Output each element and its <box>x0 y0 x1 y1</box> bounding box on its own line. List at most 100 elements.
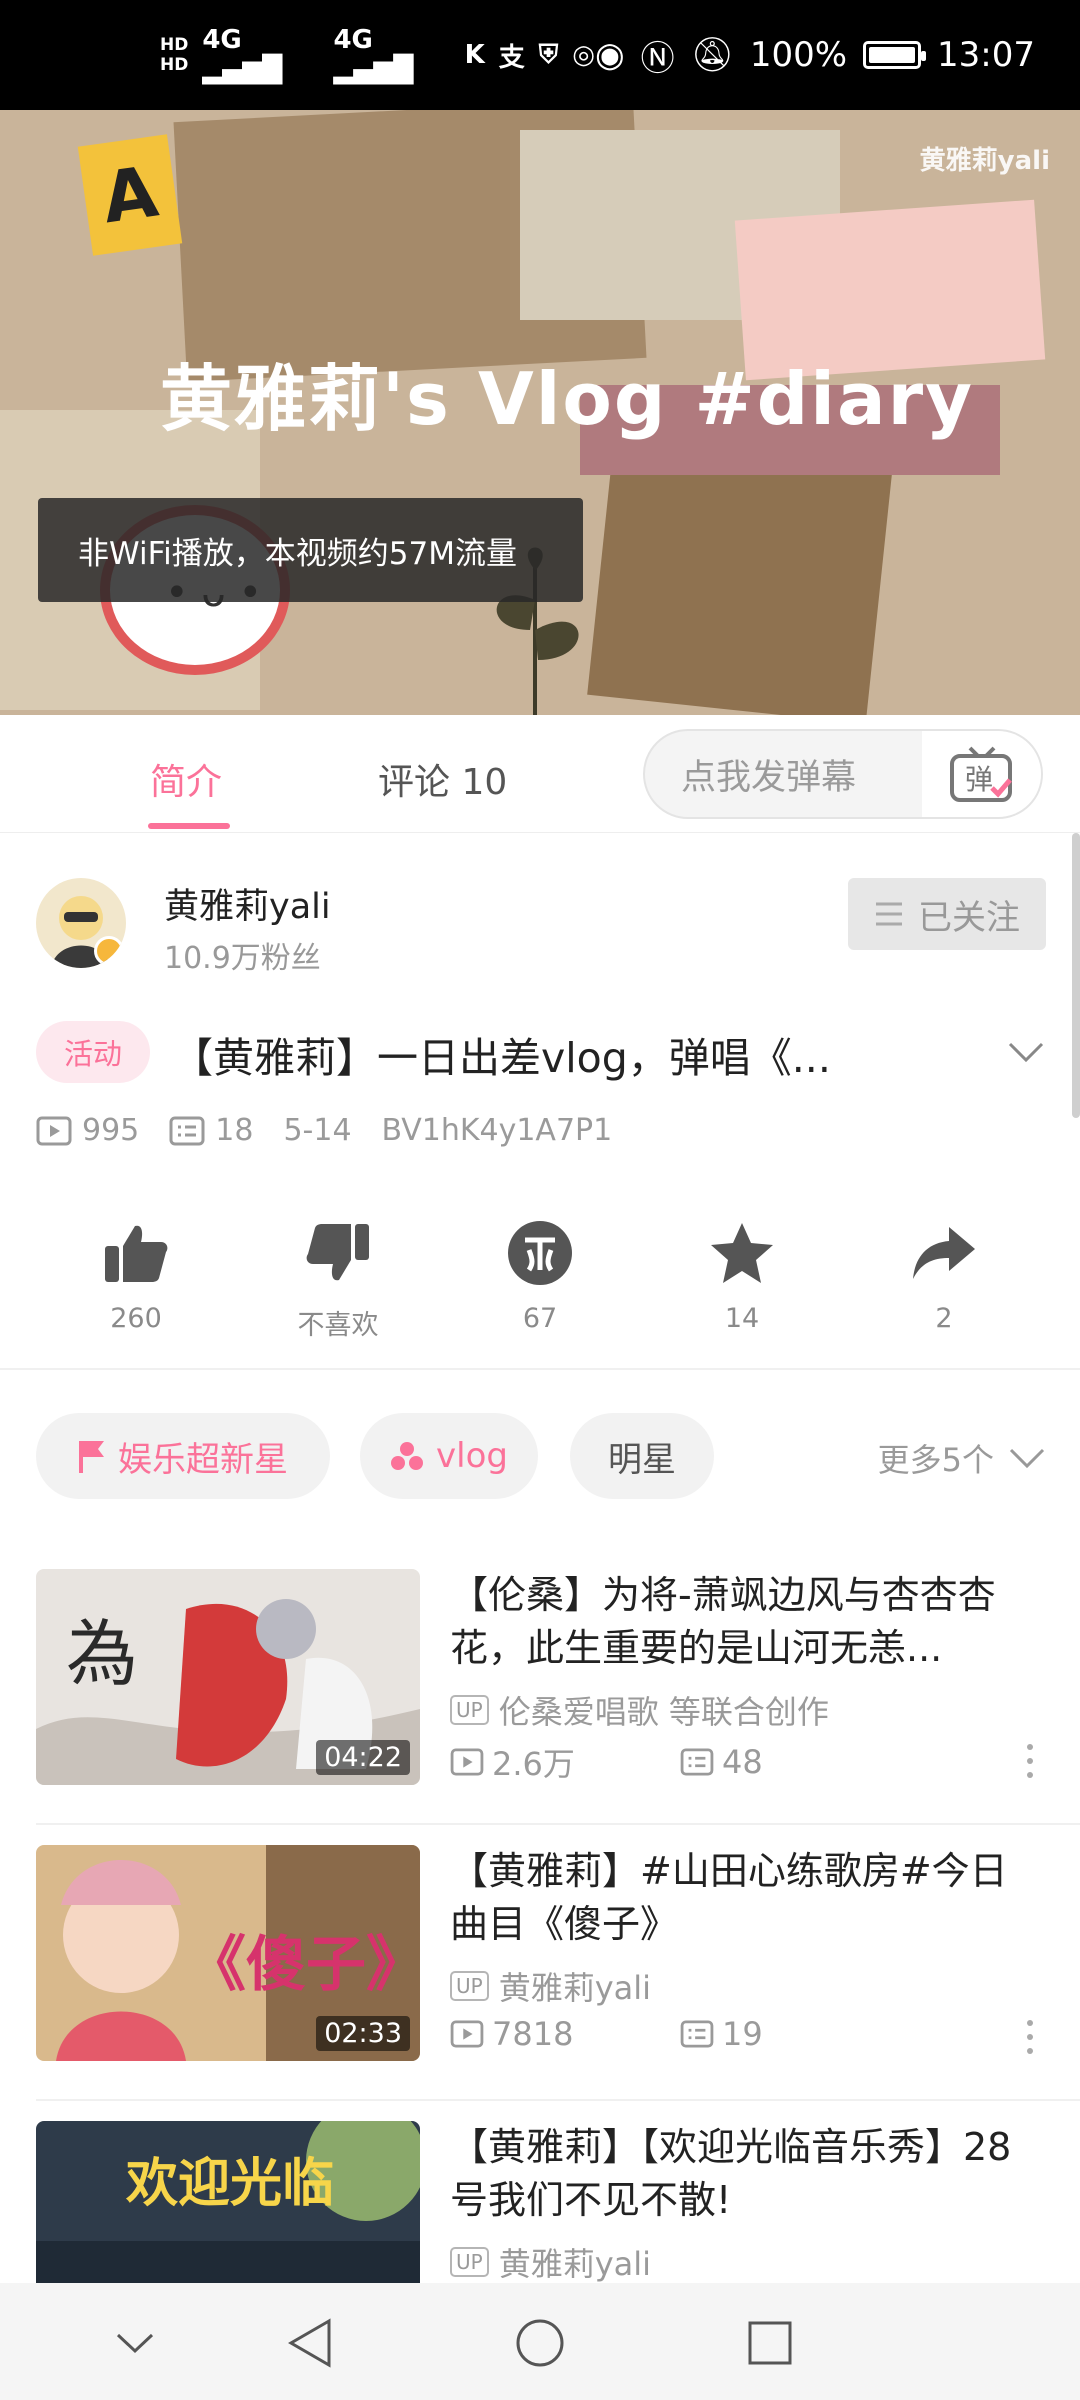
recommended-uploader: UP 黄雅莉yali <box>450 2239 651 2283</box>
channel-dots-icon <box>391 1442 424 1470</box>
up-badge-icon: UP <box>450 2247 489 2277</box>
danmaku-tv-icon: 弹 <box>949 746 1012 802</box>
up-badge-icon: UP <box>450 1971 489 2001</box>
like-button[interactable]: 260 <box>66 1213 206 1334</box>
danmaku-count-icon <box>169 1116 205 1145</box>
uploader-row: 黄雅莉yali 10.9万粉丝 已关注 <box>36 878 1046 978</box>
more-options-icon[interactable] <box>1020 1741 1040 1781</box>
danmaku-toggle-button[interactable]: 弹 <box>922 731 1041 817</box>
detail-tabs: 简介 评论 10 点我发弹幕 弹 <box>0 715 1080 833</box>
menu-lines-icon <box>876 902 902 926</box>
recents-square-icon <box>748 2321 792 2365</box>
list-divider <box>36 2099 1080 2101</box>
thumbs-down-icon <box>306 1224 369 1281</box>
danmaku-placeholder: 点我发弹幕 <box>681 757 857 798</box>
share-button[interactable]: 2 <box>874 1213 1014 1334</box>
more-options-icon[interactable] <box>1020 2017 1040 2057</box>
coin-button[interactable]: 67 <box>470 1213 610 1334</box>
battery-percent: 100% <box>749 35 848 75</box>
favorite-button[interactable]: 14 <box>672 1213 812 1334</box>
up-badge-icon: UP <box>450 1695 489 1725</box>
tag-row: 娱乐超新星 vlog 明星 更多5个 <box>36 1413 1046 1503</box>
hide-nav-button[interactable] <box>105 2313 165 2373</box>
home-circle-icon <box>516 2319 564 2367</box>
star-icon <box>711 1223 773 1283</box>
video-thumbnail[interactable]: 《傻子》 02:33 <box>36 1845 420 2061</box>
play-count: 995 <box>36 1113 139 1148</box>
followed-label: 已关注 <box>918 897 1020 938</box>
tag-chip-entertainment[interactable]: 娱乐超新星 <box>36 1413 330 1499</box>
alipay-icon: 支 <box>498 42 525 73</box>
shield-icon: ⛨ <box>538 39 559 70</box>
danmaku-input[interactable]: 点我发弹幕 弹 <box>643 729 1043 819</box>
play-count-icon <box>36 1116 72 1145</box>
video-stats: 995 18 5-14 BV1hK4y1A7P1 <box>36 1113 642 1148</box>
video-thumbnail[interactable]: 欢迎光临 <box>36 2121 420 2283</box>
recommended-stats: 7818 19 <box>450 2015 910 2053</box>
video-title[interactable]: 【黄雅莉】一日出差vlog，弹唱《... <box>172 1024 831 1084</box>
hotspot-icon: ◎ <box>572 40 595 70</box>
hd-icon: HD HD <box>160 35 189 75</box>
recents-button[interactable] <box>740 2313 800 2373</box>
bvid: BV1hK4y1A7P1 <box>381 1113 613 1148</box>
status-left: HD HD 4G ▂▄▆█ 4G ▂▄▆█ K 支 ⛨ ◎ <box>160 25 595 85</box>
coin-icon <box>508 1221 572 1285</box>
section-divider <box>0 1368 1080 1370</box>
recommended-title[interactable]: 【伦桑】为将-萧飒边风与杏杏杏花，此生重要的是山河无恙... <box>450 1569 1040 1675</box>
like-count: 260 <box>110 1303 162 1334</box>
play-count-icon <box>450 2020 484 2048</box>
eye-icon: ◉ <box>594 35 625 75</box>
back-triangle-icon <box>288 2318 331 2368</box>
share-count: 2 <box>935 1303 953 1334</box>
recommended-video-card[interactable]: 《傻子》 02:33 【黄雅莉】#山田心练歌房#今日曲目《傻子》 UP 黄雅莉y… <box>36 1845 1046 2065</box>
thumbnail-illustration: 欢迎光临 <box>36 2121 420 2283</box>
tag-chip-vlog[interactable]: vlog <box>360 1413 538 1499</box>
video-player[interactable]: A 黄雅莉yali 黄雅莉's Vlog #diary • ᴗ • 非WiFi播… <box>0 110 1080 715</box>
avatar[interactable] <box>36 878 126 968</box>
video-overlay-title: 黄雅莉's Vlog #diary <box>160 357 975 441</box>
recommended-title[interactable]: 【黄雅莉】【欢迎光临音乐秀】28号我们不见不散! <box>450 2121 1040 2227</box>
data-usage-toast: 非WiFi播放，本视频约57M流量 <box>38 498 583 602</box>
recommended-video-card[interactable]: 欢迎光临 【黄雅莉】【欢迎光临音乐秀】28号我们不见不散! UP 黄雅莉yali <box>36 2121 1046 2283</box>
play-count: 7818 <box>450 2015 680 2053</box>
video-thumbnail[interactable]: 為 04:22 <box>36 1569 420 1785</box>
uploader-name[interactable]: 黄雅莉yali <box>164 878 331 929</box>
followed-button[interactable]: 已关注 <box>848 878 1046 950</box>
favorite-count: 14 <box>724 1303 760 1334</box>
share-arrow-icon <box>913 1227 975 1279</box>
recommended-video-card[interactable]: 為 04:22 【伦桑】为将-萧飒边风与杏杏杏花，此生重要的是山河无恙... U… <box>36 1569 1046 1789</box>
tab-comments[interactable]: 评论 10 <box>378 753 507 805</box>
danmaku-count: 18 <box>169 1113 253 1148</box>
chevron-down-icon <box>116 2333 154 2354</box>
tab-intro[interactable]: 简介 <box>150 753 222 805</box>
tag-chip-celebrity[interactable]: 明星 <box>570 1413 714 1499</box>
video-duration: 02:33 <box>316 2016 410 2051</box>
more-tags-button[interactable]: 更多5个 <box>878 1435 1046 1481</box>
danmaku-count-icon <box>680 1748 714 1776</box>
status-bar: HD HD 4G ▂▄▆█ 4G ▂▄▆█ K 支 ⛨ ◎ ◉ Ⓝ 🔕︎ 100%… <box>0 0 1080 110</box>
system-navigation-bar <box>0 2283 1080 2400</box>
verified-badge-icon <box>94 936 124 966</box>
svg-text:《傻子》: 《傻子》 <box>186 1930 420 2000</box>
publish-date: 5-14 <box>283 1113 352 1148</box>
home-button[interactable] <box>510 2313 570 2373</box>
svg-text:欢迎光临: 欢迎光临 <box>125 2154 334 2214</box>
app-notification-icon: K <box>464 40 485 70</box>
activity-tag[interactable]: 活动 <box>36 1021 150 1083</box>
battery-icon <box>863 41 927 69</box>
dislike-label: 不喜欢 <box>297 1310 379 1341</box>
action-bar: 260 不喜欢 67 14 2 <box>0 1213 1080 1363</box>
video-duration: 04:22 <box>316 1740 410 1775</box>
dislike-button[interactable]: 不喜欢 <box>268 1213 408 1342</box>
clock: 13:07 <box>937 35 1035 75</box>
recommended-title[interactable]: 【黄雅莉】#山田心练歌房#今日曲目《傻子》 <box>450 1845 1040 1951</box>
recommended-uploader: UP 伦桑爱唱歌 等联合创作 <box>450 1687 829 1733</box>
intro-content: 黄雅莉yali 10.9万粉丝 已关注 活动 【黄雅莉】一日出差vlog，弹唱《… <box>0 833 1080 2283</box>
letter-a-sticker: A <box>77 134 183 256</box>
back-button[interactable] <box>280 2313 340 2373</box>
recommended-stats: 2.6万 48 <box>450 1739 910 1785</box>
svg-text:為: 為 <box>66 1612 138 1696</box>
chevron-down-icon[interactable] <box>1006 1032 1046 1072</box>
collage-crumpled-paper <box>587 436 893 715</box>
recommended-uploader: UP 黄雅莉yali <box>450 1963 651 2009</box>
